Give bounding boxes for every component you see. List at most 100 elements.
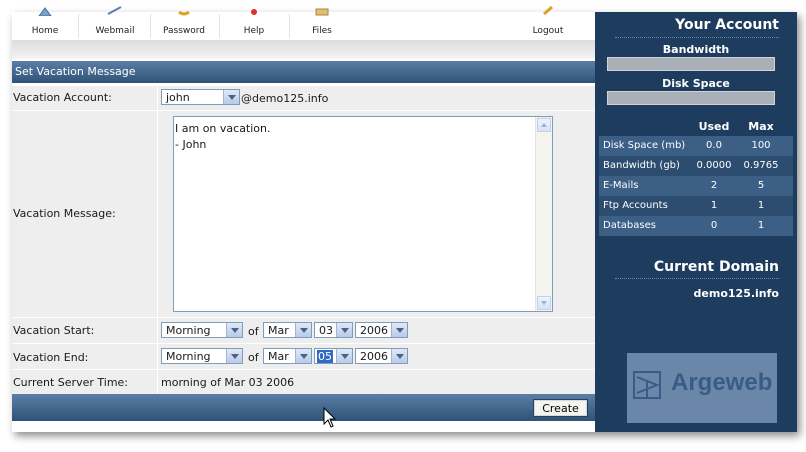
- message-text: I am on vacation. - John: [175, 122, 271, 151]
- nav-divider: [78, 14, 79, 38]
- nav-webmail[interactable]: Webmail: [82, 6, 148, 40]
- chevron-down-icon[interactable]: [223, 90, 239, 104]
- chevron-down-icon[interactable]: [336, 349, 352, 363]
- nav-shadow-bar: [12, 40, 595, 59]
- bandwidth-label: Bandwidth: [662, 43, 730, 56]
- chevron-down-icon[interactable]: [295, 349, 311, 363]
- help-icon: [251, 9, 257, 15]
- end-day-select[interactable]: 05: [314, 348, 353, 364]
- scroll-up-icon[interactable]: [537, 118, 551, 132]
- stats-header-row: Used Max: [599, 116, 793, 136]
- stat-name: Databases: [603, 220, 656, 231]
- bandwidth-meter: [607, 57, 775, 71]
- chevron-down-icon[interactable]: [295, 323, 311, 337]
- nav-logout-label: Logout: [532, 26, 564, 36]
- nav-password-label: Password: [162, 26, 206, 36]
- end-period-select[interactable]: Morning: [161, 348, 243, 364]
- your-account-title: Your Account: [675, 17, 779, 33]
- stat-max: 1: [757, 200, 765, 211]
- stat-name: Disk Space (mb): [603, 140, 686, 151]
- nav-help-label: Help: [243, 26, 265, 36]
- password-icon: [178, 10, 190, 16]
- webmail-icon: [107, 6, 122, 15]
- stats-row: Disk Space (mb) 0.0 100: [599, 136, 793, 156]
- stat-used: 0: [710, 220, 718, 231]
- argeweb-logo-icon: [633, 371, 661, 399]
- start-day-select[interactable]: 03: [314, 322, 353, 338]
- nav-files[interactable]: Files: [294, 8, 350, 40]
- stats-row: Bandwidth (gb) 0.0000 0.9765: [599, 156, 793, 176]
- nav-home-label: Home: [31, 26, 59, 36]
- nav-webmail-label: Webmail: [95, 26, 135, 36]
- chevron-down-icon[interactable]: [226, 349, 242, 363]
- current-domain-title: Current Domain: [653, 259, 779, 275]
- nav-home[interactable]: Home: [14, 7, 76, 40]
- server-time-value: morning of Mar 03 2006: [161, 376, 295, 389]
- current-domain-value: demo125.info: [693, 287, 779, 300]
- chevron-down-icon[interactable]: [391, 349, 407, 363]
- stat-max: 5: [757, 180, 765, 191]
- start-year-select[interactable]: 2006: [355, 322, 408, 338]
- end-period-value: Morning: [166, 350, 211, 363]
- stat-max: 100: [751, 140, 771, 151]
- section-header: Set Vacation Message: [12, 61, 595, 83]
- used-header: Used: [698, 120, 730, 133]
- start-year-value: 2006: [360, 324, 388, 337]
- mouse-cursor-icon: [323, 407, 337, 428]
- vacation-message-textarea[interactable]: I am on vacation. - John: [173, 116, 553, 312]
- stat-name: Bandwidth (gb): [603, 160, 680, 171]
- end-of-text: of: [248, 351, 259, 364]
- stat-used: 1: [710, 200, 718, 211]
- chevron-down-icon[interactable]: [226, 323, 242, 337]
- start-period-select[interactable]: Morning: [161, 322, 243, 338]
- end-label: Vacation End:: [13, 351, 89, 364]
- account-sidebar: Your Account Bandwidth Disk Space Used M…: [595, 12, 797, 432]
- top-nav: Home Webmail Password Help Files Logout: [12, 6, 595, 40]
- chevron-down-icon[interactable]: [336, 323, 352, 337]
- form-footer: Create: [12, 394, 595, 421]
- end-day-value: 05: [317, 350, 333, 363]
- stat-max: 1: [757, 220, 765, 231]
- textarea-scrollbar[interactable]: [535, 117, 552, 311]
- account-select[interactable]: john: [161, 89, 240, 105]
- nav-divider: [150, 14, 151, 38]
- nav-help[interactable]: Help: [224, 9, 284, 40]
- stats-table: Used Max Disk Space (mb) 0.0 100 Bandwid…: [599, 116, 793, 236]
- start-day-value: 03: [319, 324, 333, 337]
- start-period-value: Morning: [166, 324, 211, 337]
- stats-row: E-Mails 2 5: [599, 176, 793, 196]
- argeweb-logo-text: Argeweb: [671, 369, 773, 396]
- chevron-down-icon[interactable]: [391, 323, 407, 337]
- stat-used: 2: [710, 180, 718, 191]
- stat-name: E-Mails: [603, 180, 639, 191]
- end-year-select[interactable]: 2006: [355, 348, 408, 364]
- divider: [615, 37, 779, 38]
- files-icon: [315, 8, 329, 16]
- stat-name: Ftp Accounts: [603, 200, 668, 211]
- nav-divider: [219, 14, 220, 38]
- nav-password[interactable]: Password: [154, 10, 214, 40]
- home-icon: [38, 7, 52, 16]
- end-month-value: Mar: [268, 350, 289, 363]
- start-month-value: Mar: [268, 324, 289, 337]
- stat-used: 0.0: [706, 140, 722, 151]
- message-label: Vacation Message:: [13, 207, 116, 220]
- end-month-select[interactable]: Mar: [263, 348, 312, 364]
- bottom-strip: [12, 421, 595, 432]
- server-time-label: Current Server Time:: [13, 376, 129, 389]
- start-label: Vacation Start:: [13, 324, 95, 337]
- domain-suffix: @demo125.info: [241, 92, 329, 105]
- start-month-select[interactable]: Mar: [263, 322, 312, 338]
- disk-space-meter: [607, 91, 775, 105]
- account-select-value: john: [166, 91, 190, 104]
- stats-row: Databases 0 1: [599, 216, 793, 236]
- scroll-down-icon[interactable]: [537, 296, 551, 310]
- stat-max: 0.9765: [743, 160, 779, 171]
- stat-used: 0.0000: [696, 160, 732, 171]
- nav-logout[interactable]: Logout: [520, 6, 576, 40]
- create-button[interactable]: Create: [533, 399, 588, 417]
- start-of-text: of: [248, 325, 259, 338]
- nav-files-label: Files: [312, 26, 332, 36]
- end-year-value: 2006: [360, 350, 388, 363]
- max-header: Max: [748, 120, 774, 133]
